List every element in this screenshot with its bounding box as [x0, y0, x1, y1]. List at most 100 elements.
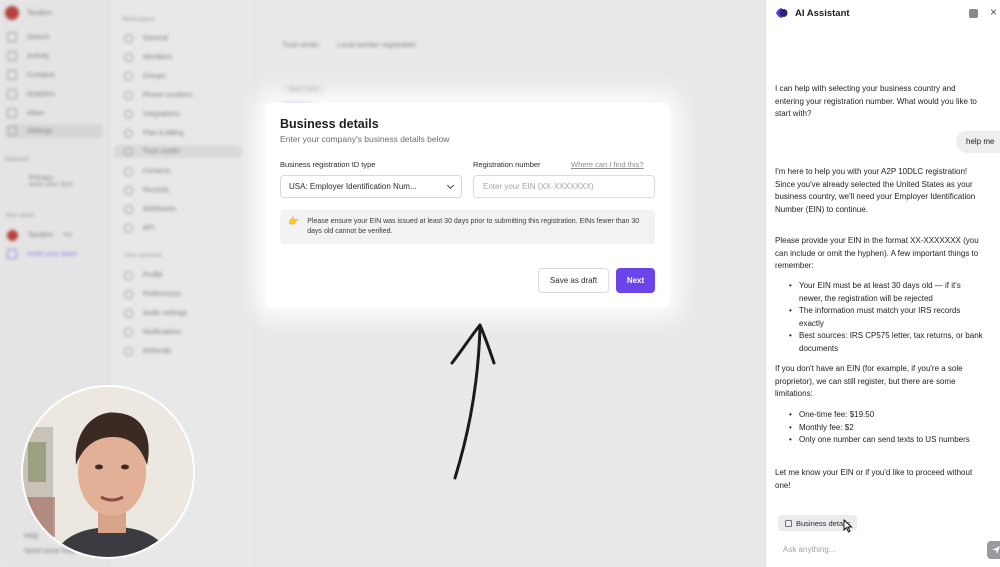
assistant-message: I can help with selecting your business … [775, 84, 977, 118]
list-item: Best sources: IRS CP575 letter, tax retu… [789, 330, 984, 355]
panel-settings-icon[interactable] [969, 9, 978, 18]
nav-item-settings[interactable]: Settings [7, 124, 103, 138]
list-item: One-time fee: $19.50 [789, 409, 984, 422]
assistant-message: I'm here to help you with your A2P 10DLC… [775, 167, 976, 214]
nav-item-analytics[interactable]: Analytics [7, 87, 55, 101]
integrations-icon [124, 110, 133, 119]
save-as-draft-button[interactable]: Save as draft [538, 268, 609, 293]
settings-item-contacts[interactable]: Contacts [124, 165, 171, 178]
bell-icon [124, 328, 133, 337]
where-can-i-find-link[interactable]: Where can I find this? [571, 160, 644, 169]
settings-item-billing[interactable]: Plan & billing [124, 127, 183, 140]
id-type-label: Business registration ID type [280, 160, 376, 169]
hand-drawn-arrow [450, 323, 496, 480]
settings-item-api[interactable]: API [124, 222, 154, 235]
assistant-message: If you don't have an EIN (for example, i… [775, 364, 963, 398]
team-member[interactable]: Tandem You [7, 228, 72, 242]
list-item: Your EIN must be at least 30 days old — … [789, 280, 984, 305]
assistant-list: One-time fee: $19.50 Monthly fee: $2 Onl… [789, 409, 984, 447]
assistant-message: Let me know your EIN or if you'd like to… [775, 468, 973, 490]
settings-icon [7, 126, 17, 136]
search-icon [7, 32, 17, 42]
settings-item-preferences[interactable]: Preferences [124, 288, 181, 301]
audio-icon [124, 309, 133, 318]
invite-team-link[interactable]: Invite your team [7, 247, 77, 261]
contacts-icon [124, 167, 133, 176]
api-icon [124, 224, 133, 233]
groups-icon [124, 72, 133, 81]
settings-item-integrations[interactable]: Integrations [124, 108, 180, 121]
close-icon[interactable]: × [990, 5, 997, 19]
phone-icon [124, 91, 133, 100]
billing-icon [124, 129, 133, 138]
nav-item-contacts[interactable]: Contacts [7, 68, 55, 82]
card-title: Business details [280, 117, 379, 131]
workspace-name: Tandem [27, 9, 52, 17]
notice-text: Please ensure your EIN was issued at lea… [307, 218, 640, 235]
assistant-list: Your EIN must be at least 30 days old — … [789, 280, 984, 355]
send-button[interactable] [987, 541, 1000, 559]
chat-input[interactable] [775, 538, 970, 560]
ai-assistant-logo-icon [776, 8, 788, 18]
chevron-down-icon [446, 181, 455, 189]
webhook-icon [124, 205, 133, 214]
breadcrumb-item: Local number registration [337, 42, 417, 49]
list-item: The information must match your IRS reco… [789, 305, 984, 330]
contacts-icon [7, 70, 17, 80]
breadcrumb-item[interactable]: Trust center [282, 42, 319, 49]
step-indicator: Step 1 of 4 [282, 78, 326, 104]
send-icon [992, 546, 1000, 554]
registration-number-input[interactable] [473, 175, 655, 198]
referral-icon [124, 347, 133, 356]
workspace-section-label: Workspace [122, 16, 155, 23]
assistant-message: Please provide your EIN in the format XX… [775, 236, 979, 270]
plus-icon [7, 249, 17, 259]
network-section-label: Network [5, 156, 29, 163]
nav-item-inbox[interactable]: Inbox [7, 106, 44, 120]
card-subtitle: Enter your company's business details be… [280, 134, 450, 144]
account-section-label: Your account [124, 252, 162, 259]
ai-assistant-panel: AI Assistant × I can help with selecting… [765, 0, 1000, 567]
registration-number-label: Registration number [473, 160, 541, 169]
settings-item-referrals[interactable]: Referrals [124, 345, 171, 358]
id-type-select[interactable]: USA: Employer Identification Num... [280, 175, 462, 198]
preferences-icon [124, 290, 133, 299]
document-icon [785, 519, 792, 527]
settings-item-members[interactable]: Members [124, 51, 172, 64]
webcam-video [21, 385, 195, 559]
network-item[interactable]: Primary Active since 2023 [7, 175, 72, 188]
settings-item-phone-numbers[interactable]: Phone numbers [124, 89, 192, 102]
list-item: Monthly fee: $2 [789, 422, 984, 435]
inbox-icon [7, 108, 17, 118]
records-icon [124, 186, 133, 195]
workspace-logo [5, 6, 19, 20]
team-section-label: Your team [5, 212, 35, 219]
pointing-hand-icon: 👉 [288, 216, 300, 226]
business-details-card: Business details Enter your company's bu… [265, 103, 670, 308]
settings-item-groups[interactable]: Groups [124, 70, 166, 83]
list-item: Only one number can send texts to US num… [789, 434, 984, 447]
nav-item-search[interactable]: Search [7, 30, 49, 44]
settings-item-webhooks[interactable]: Webhooks [124, 203, 176, 216]
shield-icon [124, 147, 133, 156]
member-avatar [7, 229, 18, 241]
settings-item-profile[interactable]: Profile [124, 269, 163, 282]
ein-notice: 👉 Please ensure your EIN was issued at l… [280, 210, 655, 244]
analytics-icon [7, 89, 17, 99]
ai-panel-title: AI Assistant [795, 8, 850, 19]
general-icon [124, 34, 133, 43]
settings-item-notifications[interactable]: Notifications [124, 326, 181, 339]
next-button[interactable]: Next [616, 268, 655, 293]
profile-icon [124, 271, 133, 280]
members-icon [124, 53, 133, 62]
settings-item-trust-center[interactable]: Trust center [114, 145, 242, 158]
step-label: Step 1 of 4 [282, 85, 326, 95]
nav-item-activity[interactable]: Activity [7, 49, 49, 63]
settings-item-audio[interactable]: Audio settings [124, 307, 187, 320]
workspace-header[interactable]: Tandem [5, 6, 52, 20]
id-type-value: USA: Employer Identification Num... [289, 182, 417, 191]
activity-icon [7, 51, 17, 61]
settings-item-records[interactable]: Records [124, 184, 169, 197]
mouse-cursor-icon [843, 519, 853, 533]
settings-item-general[interactable]: General [124, 32, 168, 45]
